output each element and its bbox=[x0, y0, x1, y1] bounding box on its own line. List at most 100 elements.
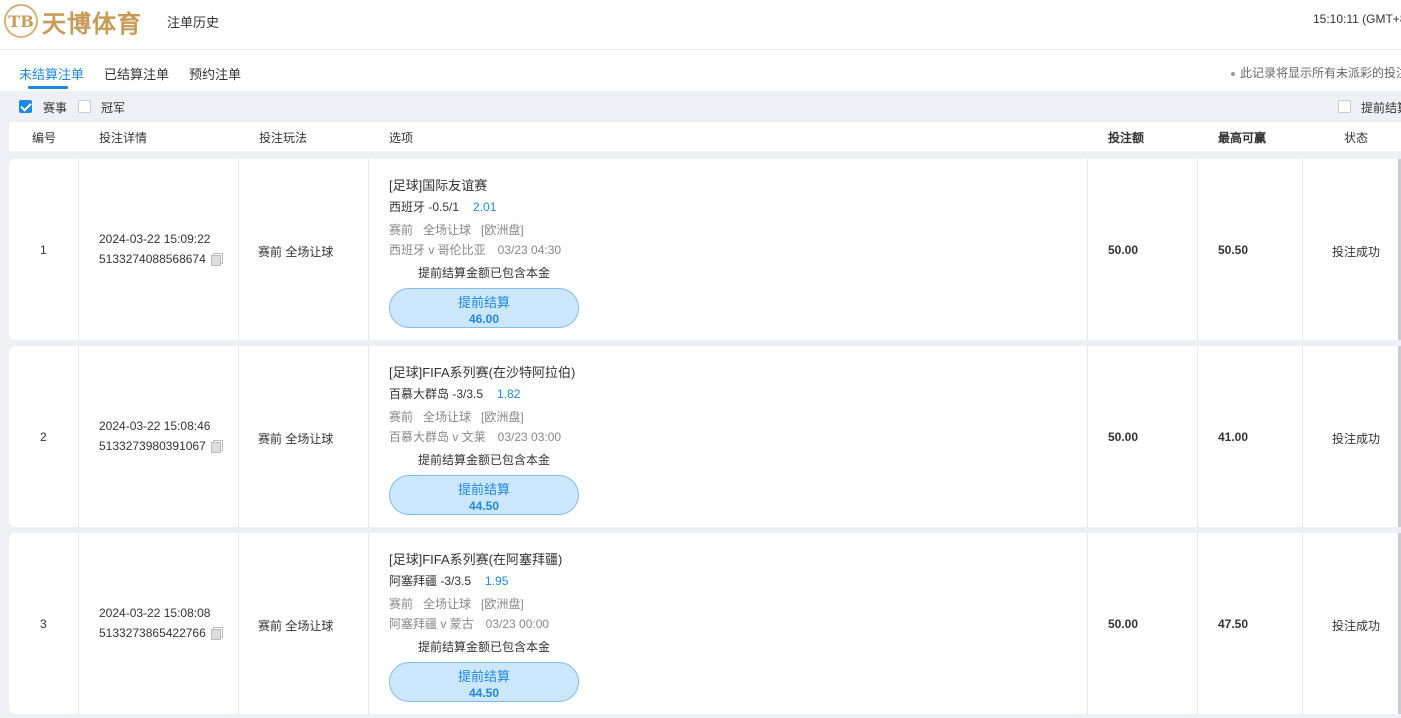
table-header: 编号 投注详情 投注玩法 选项 投注额 最高可赢 状态 bbox=[9, 122, 1401, 151]
cell-divider bbox=[1302, 533, 1303, 714]
bet-play: 赛前 全场让球 bbox=[258, 619, 334, 633]
match-info: 西班牙 v 哥伦比亚 03/23 04:30 bbox=[389, 241, 561, 258]
main-content: 赛事 冠军 提前结算 编号 投注详情 投注玩法 选项 投注额 最高可赢 状态 1… bbox=[0, 91, 1401, 718]
cashout-checkbox[interactable] bbox=[1338, 100, 1351, 113]
event-checkbox[interactable] bbox=[19, 100, 32, 113]
meta-odds-type: [欧洲盘] bbox=[481, 223, 524, 237]
cashout-filter-label[interactable]: 提前结算 bbox=[1361, 99, 1401, 116]
cell-divider bbox=[368, 159, 369, 340]
bet-time: 2024-03-22 15:09:22 bbox=[99, 232, 211, 246]
match-teams: 阿塞拜疆 v 蒙古 bbox=[389, 617, 474, 631]
cell-divider bbox=[238, 533, 239, 714]
stake-amount: 50.00 bbox=[1108, 430, 1139, 444]
meta-timing: 赛前 bbox=[389, 597, 414, 611]
brand-logo[interactable]: TB 天博体育 bbox=[4, 2, 142, 40]
tab-reserved[interactable]: 预约注单 bbox=[189, 64, 241, 83]
table-row: 3 2024-03-22 15:08:08 5133273865422766 赛… bbox=[9, 533, 1401, 714]
match-info: 阿塞拜疆 v 蒙古 03/23 00:00 bbox=[389, 615, 549, 632]
bet-id: 5133274088568674 bbox=[99, 252, 223, 266]
bet-number: 1 bbox=[40, 243, 47, 257]
cell-divider bbox=[1087, 346, 1088, 527]
bet-number: 3 bbox=[40, 617, 47, 631]
cell-divider bbox=[238, 346, 239, 527]
logo-mark-icon: TB bbox=[4, 4, 38, 38]
bet-id-value: 5133273865422766 bbox=[99, 626, 206, 640]
event-filter-label[interactable]: 赛事 bbox=[43, 99, 67, 116]
cashout-button-value: 46.00 bbox=[468, 312, 500, 326]
bet-id-value: 5133274088568674 bbox=[99, 252, 206, 266]
col-status: 状态 bbox=[1344, 131, 1369, 145]
match-date: 03/23 03:00 bbox=[497, 430, 562, 444]
bet-play: 赛前 全场让球 bbox=[258, 432, 334, 446]
table-row: 1 2024-03-22 15:09:22 5133274088568674 赛… bbox=[9, 159, 1401, 340]
col-detail: 投注详情 bbox=[99, 131, 148, 145]
bet-tabs: 未结算注单 已结算注单 预约注单 此记录将显示所有未派彩的投注 bbox=[0, 51, 1401, 91]
max-win-amount: 47.50 bbox=[1218, 617, 1249, 631]
champion-filter-label[interactable]: 冠军 bbox=[101, 99, 125, 116]
cell-divider bbox=[1087, 533, 1088, 714]
cashout-note: 提前结算金额已包含本金 bbox=[418, 453, 551, 467]
cashout-button[interactable]: 提前结算 44.50 bbox=[389, 475, 579, 515]
cashout-button-label: 提前结算 bbox=[457, 669, 510, 684]
bet-pick: 阿塞拜疆 -3/3.5 1.95 bbox=[389, 572, 508, 589]
cell-divider bbox=[1197, 159, 1198, 340]
cell-divider bbox=[368, 533, 369, 714]
notice-label: 此记录将显示所有未派彩的投注 bbox=[1240, 66, 1401, 80]
cashout-note: 提前结算金额已包含本金 bbox=[418, 640, 551, 654]
match-teams: 西班牙 v 哥伦比亚 bbox=[389, 243, 486, 257]
clock: 15:10:11 (GMT+8) bbox=[1313, 12, 1401, 26]
cell-divider bbox=[1197, 346, 1198, 527]
copy-icon[interactable] bbox=[210, 253, 223, 266]
cell-divider bbox=[78, 533, 79, 714]
meta-market: 全场让球 bbox=[423, 223, 472, 237]
bet-time: 2024-03-22 15:08:46 bbox=[99, 419, 211, 433]
match-date: 03/23 00:00 bbox=[485, 617, 550, 631]
table-row: 2 2024-03-22 15:08:46 5133273980391067 赛… bbox=[9, 346, 1401, 527]
col-max-win: 最高可赢 bbox=[1218, 131, 1267, 145]
league-name: [足球]FIFA系列赛(在沙特阿拉伯) bbox=[389, 365, 576, 380]
status-text: 投注成功 bbox=[1332, 245, 1381, 259]
cell-divider bbox=[78, 159, 79, 340]
active-tab-indicator bbox=[28, 86, 68, 89]
copy-icon[interactable] bbox=[210, 627, 223, 640]
pick-text: 百慕大群岛 -3/3.5 bbox=[389, 387, 484, 401]
bullet-icon bbox=[1231, 71, 1235, 76]
status-text: 投注成功 bbox=[1332, 619, 1381, 633]
meta-market: 全场让球 bbox=[423, 410, 472, 424]
match-teams: 百慕大群岛 v 文莱 bbox=[389, 430, 486, 444]
copy-icon[interactable] bbox=[210, 440, 223, 453]
odds-value: 1.95 bbox=[485, 574, 509, 588]
cashout-note: 提前结算金额已包含本金 bbox=[418, 266, 551, 280]
col-num: 编号 bbox=[32, 131, 57, 145]
col-option: 选项 bbox=[389, 131, 414, 145]
app-header: TB 天博体育 注单历史 15:10:11 (GMT+8) bbox=[0, 0, 1401, 50]
cashout-button-label: 提前结算 bbox=[457, 482, 510, 497]
pick-text: 西班牙 -0.5/1 bbox=[389, 200, 460, 214]
match-info: 百慕大群岛 v 文莱 03/23 03:00 bbox=[389, 428, 561, 445]
status-text: 投注成功 bbox=[1332, 432, 1381, 446]
bet-id: 5133273865422766 bbox=[99, 626, 223, 640]
page-title: 注单历史 bbox=[167, 15, 220, 30]
cell-divider bbox=[78, 346, 79, 527]
cell-divider bbox=[368, 346, 369, 527]
bet-meta: 赛前 全场让球 [欧洲盘] bbox=[389, 595, 534, 612]
cashout-button[interactable]: 提前结算 46.00 bbox=[389, 288, 579, 328]
champion-checkbox[interactable] bbox=[78, 100, 91, 113]
league-name: [足球]FIFA系列赛(在阿塞拜疆) bbox=[389, 552, 563, 567]
max-win-amount: 41.00 bbox=[1218, 430, 1249, 444]
match-date: 03/23 04:30 bbox=[497, 243, 562, 257]
cashout-button-value: 44.50 bbox=[468, 686, 500, 700]
cell-divider bbox=[238, 159, 239, 340]
league-name: [足球]国际友谊赛 bbox=[389, 178, 488, 193]
tab-settled[interactable]: 已结算注单 bbox=[104, 64, 169, 83]
bet-pick: 百慕大群岛 -3/3.5 1.82 bbox=[389, 385, 520, 402]
cashout-button[interactable]: 提前结算 44.50 bbox=[389, 662, 579, 702]
meta-timing: 赛前 bbox=[389, 410, 414, 424]
meta-market: 全场让球 bbox=[423, 597, 472, 611]
cell-divider bbox=[1197, 533, 1198, 714]
meta-timing: 赛前 bbox=[389, 223, 414, 237]
tab-unsettled[interactable]: 未结算注单 bbox=[19, 64, 84, 83]
max-win-amount: 50.50 bbox=[1218, 243, 1249, 257]
stake-amount: 50.00 bbox=[1108, 617, 1139, 631]
bet-time: 2024-03-22 15:08:08 bbox=[99, 606, 211, 620]
